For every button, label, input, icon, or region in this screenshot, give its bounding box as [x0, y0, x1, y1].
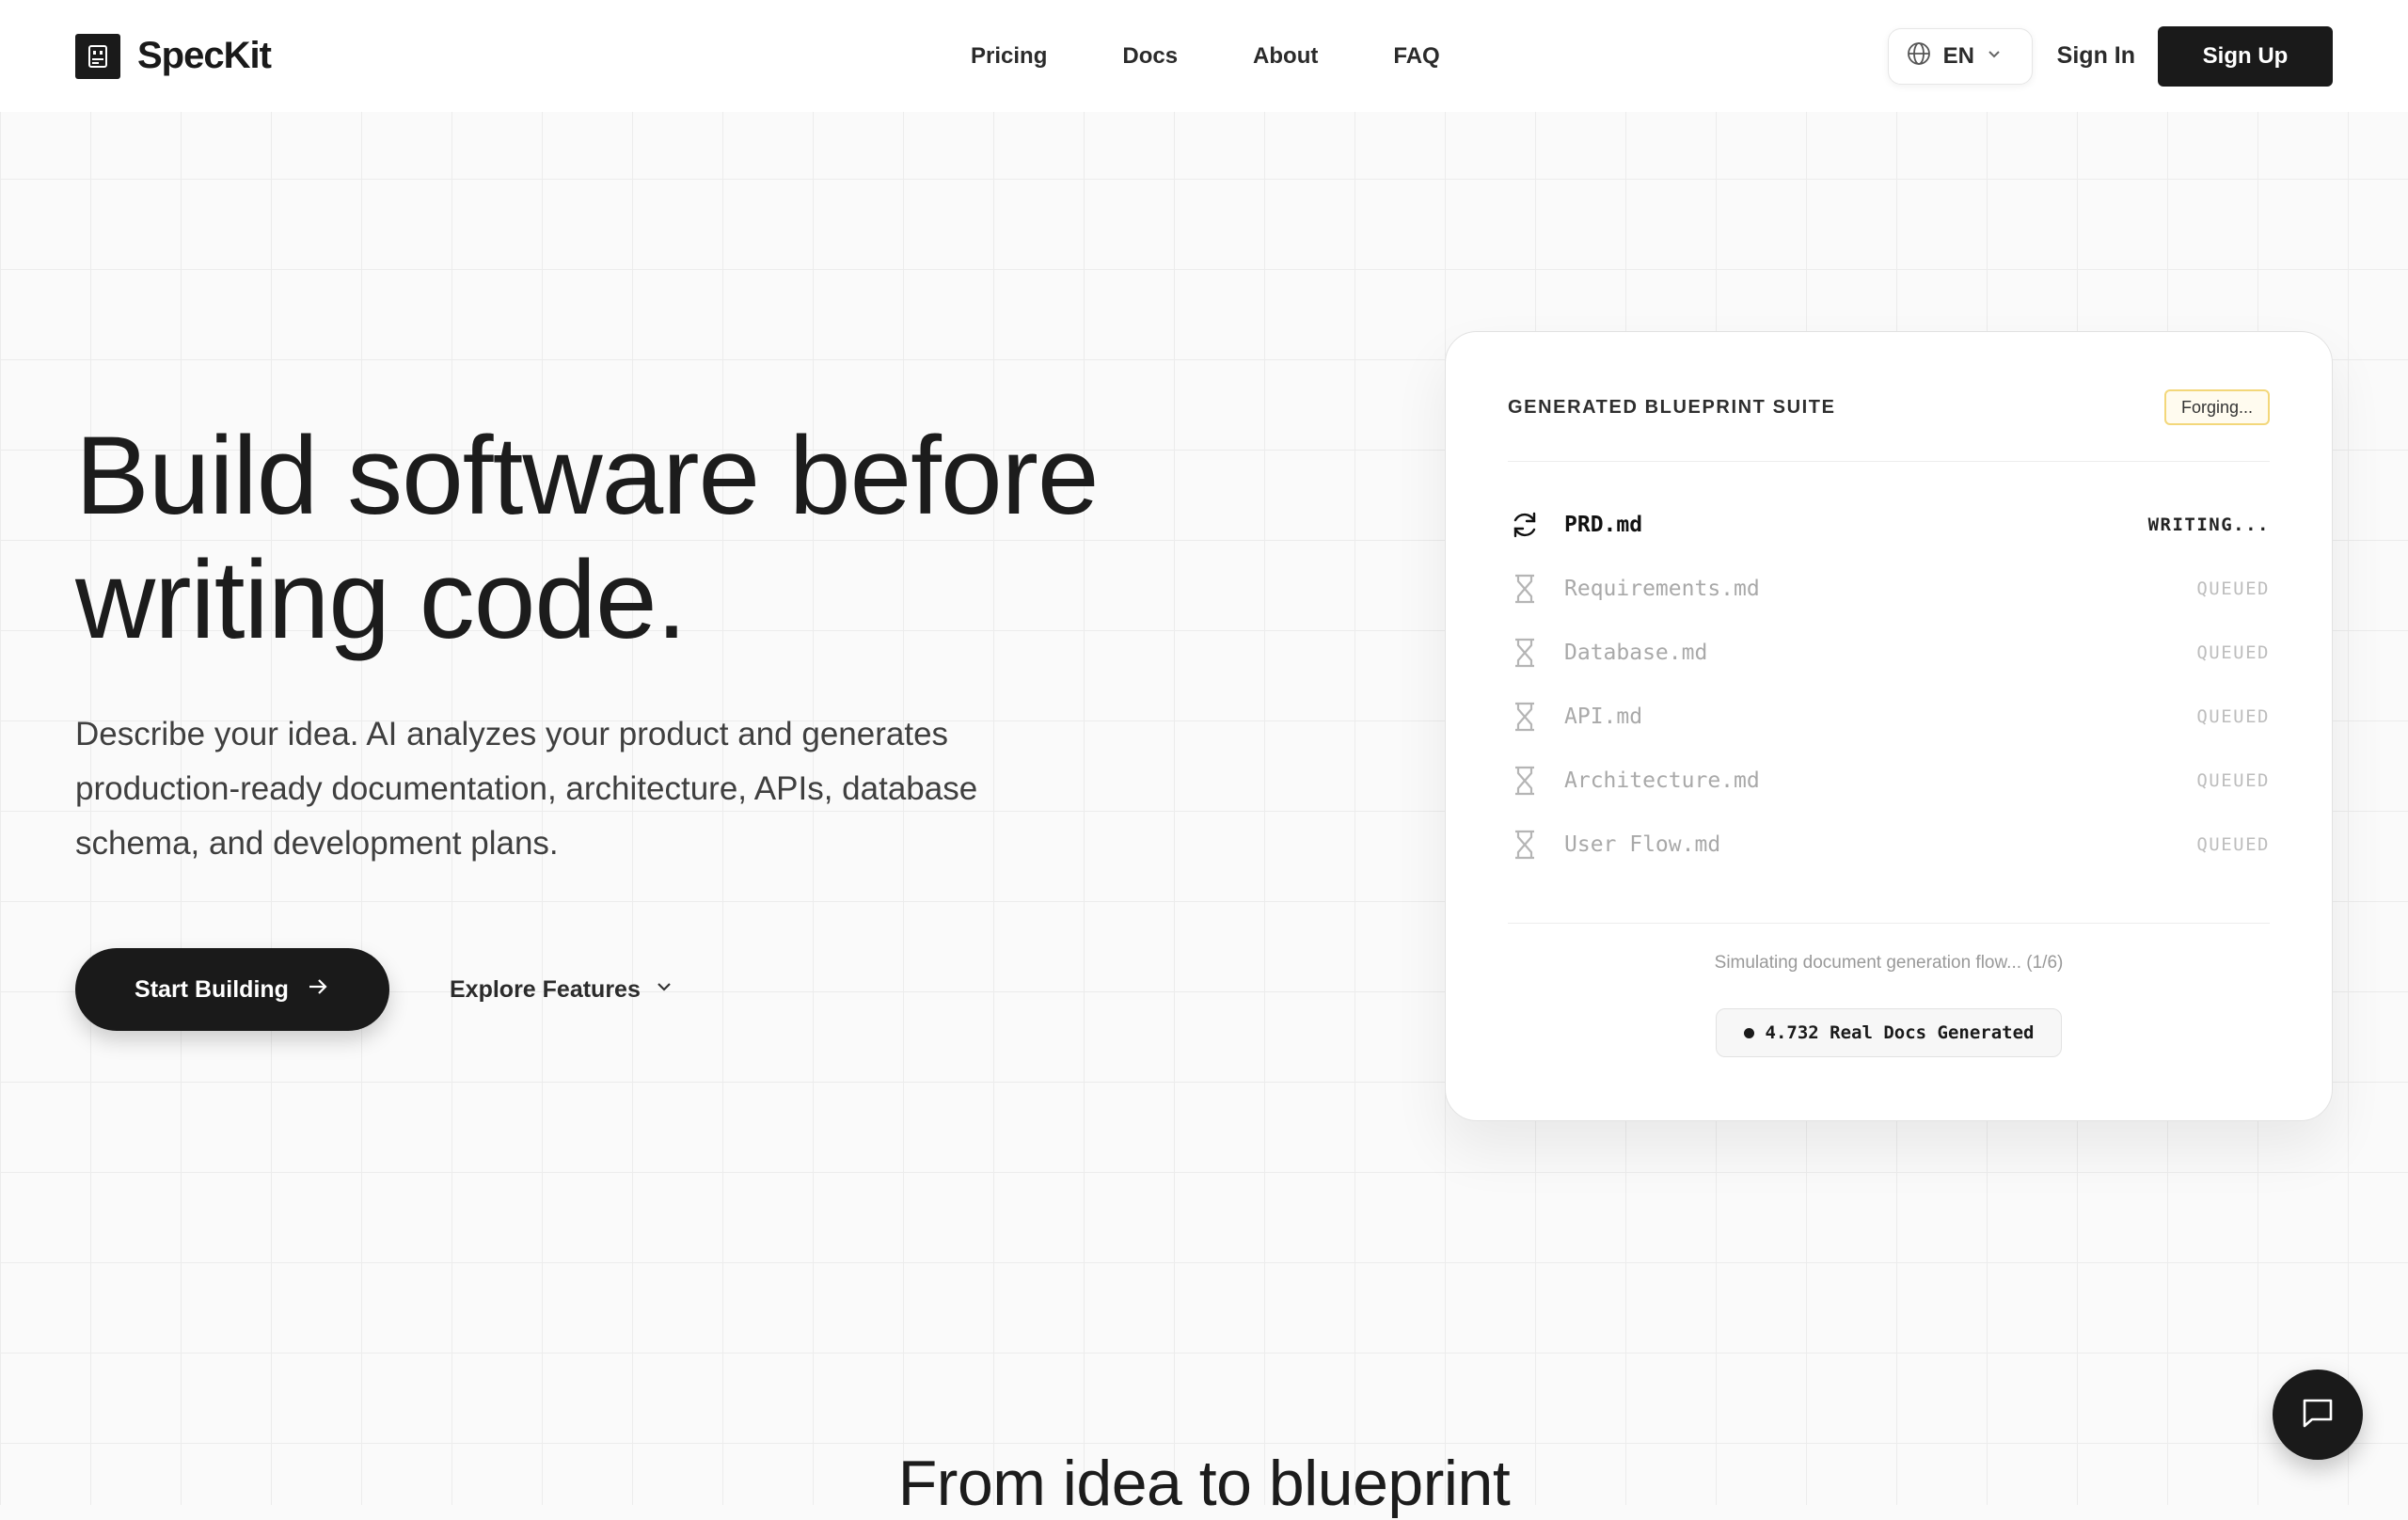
doc-status: QUEUED [2196, 706, 2270, 727]
site-header: SpecKit Pricing Docs About FAQ EN Sign I… [0, 0, 2408, 112]
nav-docs[interactable]: Docs [1122, 43, 1178, 70]
hourglass-icon [1508, 700, 1542, 734]
doc-row-database: Database.md QUEUED [1508, 621, 2270, 685]
status-badge: Forging... [2163, 389, 2270, 425]
doc-row-user-flow: User Flow.md QUEUED [1508, 813, 2270, 877]
doc-status: QUEUED [2196, 834, 2270, 855]
explore-features-button[interactable]: Explore Features [450, 948, 674, 1031]
header-actions: EN Sign In Sign Up [1887, 0, 2333, 112]
blueprint-card: GENERATED BLUEPRINT SUITE Forging... PRD… [1445, 331, 2333, 1121]
doc-row-requirements: Requirements.md QUEUED [1508, 557, 2270, 621]
blueprint-card-header: GENERATED BLUEPRINT SUITE Forging... [1508, 388, 2270, 426]
globe-icon [1906, 40, 1932, 71]
hero-title-line-1: Build software before [75, 414, 1099, 538]
explore-features-label: Explore Features [450, 975, 641, 1003]
doc-status: QUEUED [2196, 578, 2270, 599]
language-selector[interactable]: EN [1887, 27, 2033, 85]
hero-title: Build software before writing code. [75, 414, 1298, 662]
section-title: From idea to blueprint [897, 1448, 1511, 1519]
language-label: EN [1942, 42, 1975, 69]
doc-status: QUEUED [2196, 642, 2270, 663]
hero-description: Describe your idea. AI analyzes your pro… [75, 716, 978, 862]
nav-about[interactable]: About [1253, 43, 1318, 70]
brand-name: SpecKit [137, 35, 272, 76]
hourglass-icon [1508, 764, 1542, 798]
docs-generated-counter: 4.732 Real Docs Generated [1716, 1008, 2062, 1057]
doc-name: Architecture.md [1564, 768, 1760, 793]
start-building-label: Start Building [135, 975, 289, 1003]
main-nav: Pricing Docs About FAQ [971, 0, 1440, 112]
nav-faq[interactable]: FAQ [1393, 43, 1439, 70]
doc-name: Database.md [1564, 641, 1708, 665]
card-divider-top [1508, 461, 2270, 462]
chevron-down-icon [1986, 45, 2003, 67]
doc-row-architecture: Architecture.md QUEUED [1508, 749, 2270, 813]
sign-in-link[interactable]: Sign In [2057, 42, 2135, 70]
chat-icon [2297, 1392, 2338, 1438]
start-building-button[interactable]: Start Building [75, 948, 389, 1031]
doc-name: API.md [1564, 705, 1643, 729]
doc-status: QUEUED [2196, 770, 2270, 791]
hourglass-icon [1508, 572, 1542, 606]
card-divider-bottom [1508, 923, 2270, 924]
doc-name: PRD.md [1564, 513, 1643, 537]
brand-logo-link[interactable]: SpecKit [75, 33, 272, 79]
doc-name: Requirements.md [1564, 577, 1760, 601]
arrow-right-icon [306, 974, 330, 1005]
doc-name: User Flow.md [1564, 832, 1721, 857]
chat-button[interactable] [2273, 1370, 2363, 1460]
docs-counter-label: 4.732 Real Docs Generated [1765, 1022, 2035, 1043]
doc-row-prd: PRD.md WRITING... [1508, 493, 2270, 557]
blueprint-title: GENERATED BLUEPRINT SUITE [1508, 396, 1836, 418]
hero-title-line-2: writing code. [75, 538, 687, 662]
status-dot-icon [1743, 1027, 1754, 1038]
sign-up-button[interactable]: Sign Up [2158, 25, 2333, 87]
doc-status: WRITING... [2147, 515, 2270, 535]
nav-pricing[interactable]: Pricing [971, 43, 1047, 70]
hourglass-icon [1508, 636, 1542, 670]
hourglass-icon [1508, 828, 1542, 862]
refresh-icon [1508, 508, 1542, 542]
generation-progress-text: Simulating document generation flow... (… [1714, 953, 2064, 973]
doc-row-api: API.md QUEUED [1508, 685, 2270, 749]
speckit-logo-icon [75, 33, 120, 79]
chevron-down-icon [654, 976, 674, 1004]
